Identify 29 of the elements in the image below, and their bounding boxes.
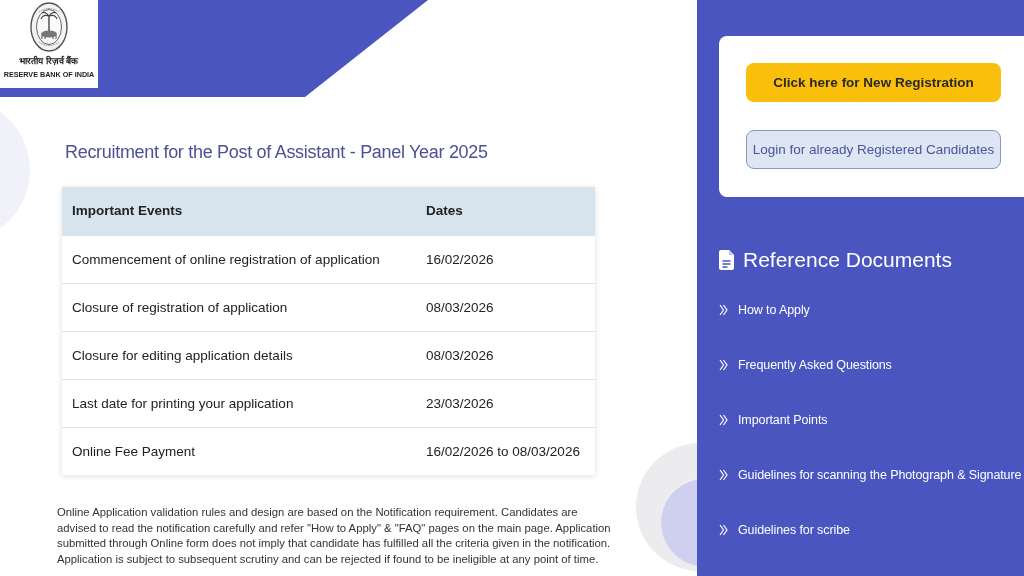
notice-text: Online Application validation rules and design are based on the Notification requirement. Candidates are advised to read the notification carefully and refer "How to Apply" & "FAQ" pages on the main page. Application submitted through Online form does not imply that candidate has fulfilled all the criteria given in the notification. Application is subject to subsequent scrutiny and can be rejected if found to be ineligible at any point of time. [57,505,612,567]
document-link[interactable]: Frequently Asked Questions [719,355,892,374]
table-cell: 08/03/2026 [416,283,595,331]
table-cell: Closure for editing application details [62,331,416,379]
table-cell: Closure of registration of application [62,283,416,331]
table-cell: Commencement of online registration of application [62,235,416,283]
login-button[interactable]: Login for already Registered Candidates [746,130,1001,169]
table-cell: 08/03/2026 [416,331,595,379]
document-link[interactable]: Guidelines for scribe [719,520,850,539]
double-chevron-icon [719,413,728,426]
table-cell: 16/02/2026 to 08/03/2026 [416,427,595,475]
table-cell: Last date for printing your application [62,379,416,427]
double-chevron-icon [719,523,728,536]
document-icon [719,250,734,270]
double-chevron-icon [719,358,728,371]
document-link[interactable]: Guidelines for scanning the Photograph & Signature [719,465,1022,484]
table-cell: 23/03/2026 [416,379,595,427]
double-chevron-icon [719,468,728,481]
section-heading: Reference Documents [743,247,952,273]
column-header: Important Events [62,187,416,235]
double-chevron-icon [719,303,728,316]
document-link[interactable]: Important Points [719,410,828,429]
table-cell: Online Fee Payment [62,427,416,475]
table-cell: 16/02/2026 [416,235,595,283]
document-link[interactable]: How to Apply [719,300,810,319]
column-header: Dates [416,187,595,235]
page-title: Recruitment for the Post of Assistant - Panel Year 2025 [65,141,488,164]
new-registration-button[interactable]: Click here for New Registration [746,63,1001,102]
bank-name-hindi: भारतीय रिज़र्व बैंक [19,55,79,67]
